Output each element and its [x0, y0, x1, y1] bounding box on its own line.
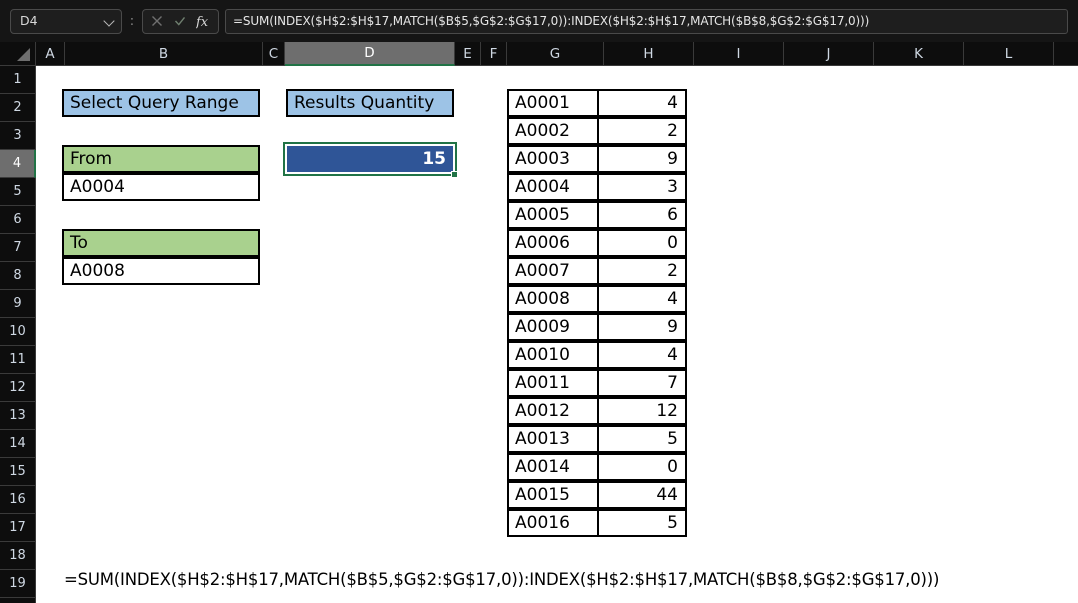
fill-handle[interactable] — [451, 171, 458, 178]
table-row[interactable]: A0010 — [507, 341, 599, 369]
row-header-19[interactable]: 19 — [0, 570, 36, 598]
table-row[interactable]: 6 — [597, 201, 687, 229]
table-row[interactable]: 3 — [597, 173, 687, 201]
column-header-k[interactable]: K — [874, 42, 964, 66]
cell-b7-to-label[interactable]: To — [62, 229, 260, 257]
table-row[interactable]: A0005 — [507, 201, 599, 229]
formula-actions: fx — [142, 8, 219, 34]
table-row[interactable]: 0 — [597, 229, 687, 257]
name-box-value: D4 — [20, 12, 38, 28]
fx-icon[interactable]: fx — [196, 14, 211, 29]
table-row[interactable]: 12 — [597, 397, 687, 425]
formula-text: =SUM(INDEX($H$2:$H$17,MATCH($B$5,$G$2:$G… — [233, 14, 870, 28]
table-row[interactable]: A0009 — [507, 313, 599, 341]
table-row[interactable]: 2 — [597, 257, 687, 285]
column-header-j[interactable]: J — [784, 42, 874, 66]
row-header-11[interactable]: 11 — [0, 346, 36, 374]
row-header-7[interactable]: 7 — [0, 234, 36, 262]
more-options-icon[interactable]: : — [124, 15, 140, 28]
column-header-b[interactable]: B — [65, 42, 263, 66]
accept-icon[interactable] — [173, 14, 187, 28]
row-headers: 1 2 3 4 5 6 7 8 9 10 11 12 13 14 15 16 1… — [0, 66, 36, 603]
column-header-f[interactable]: F — [481, 42, 507, 66]
cell-b19-formula-text[interactable]: =SUM(INDEX($H$2:$H$17,MATCH($B$5,$G$2:$G… — [64, 565, 1074, 593]
table-row[interactable]: A0001 — [507, 89, 599, 117]
table-row[interactable]: 4 — [597, 285, 687, 313]
row-header-8[interactable]: 8 — [0, 262, 36, 290]
chevron-down-icon[interactable] — [104, 16, 115, 27]
table-row[interactable]: 7 — [597, 369, 687, 397]
table-row[interactable]: A0007 — [507, 257, 599, 285]
table-row[interactable]: 0 — [597, 453, 687, 481]
table-row[interactable]: A0012 — [507, 397, 599, 425]
cell-b8-to-value[interactable]: A0008 — [62, 257, 260, 285]
table-row[interactable]: 4 — [597, 89, 687, 117]
row-header-9[interactable]: 9 — [0, 290, 36, 318]
table-row[interactable]: 9 — [597, 145, 687, 173]
table-row[interactable]: 5 — [597, 509, 687, 537]
table-row[interactable]: A0002 — [507, 117, 599, 145]
column-header-m[interactable] — [1054, 42, 1078, 66]
table-row[interactable]: A0006 — [507, 229, 599, 257]
table-row[interactable]: A0004 — [507, 173, 599, 201]
table-row[interactable]: 9 — [597, 313, 687, 341]
cell-b5-from-value[interactable]: A0004 — [62, 173, 260, 201]
table-row[interactable]: 44 — [597, 481, 687, 509]
row-header-18[interactable]: 18 — [0, 542, 36, 570]
row-header-2[interactable]: 2 — [0, 94, 36, 122]
row-header-16[interactable]: 16 — [0, 486, 36, 514]
column-header-c[interactable]: C — [263, 42, 285, 66]
row-header-15[interactable]: 15 — [0, 458, 36, 486]
cell-b4-from-label[interactable]: From — [62, 145, 260, 173]
row-header-20[interactable]: 20 — [0, 598, 36, 603]
select-all-corner[interactable] — [0, 42, 36, 66]
cell-d4-result-value[interactable]: 15 — [283, 142, 457, 176]
row-header-14[interactable]: 14 — [0, 430, 36, 458]
column-header-a[interactable]: A — [36, 42, 65, 66]
cell-d2-results-quantity[interactable]: Results Quantity — [286, 89, 454, 117]
formula-input[interactable]: =SUM(INDEX($H$2:$H$17,MATCH($B$5,$G$2:$G… — [225, 8, 1068, 34]
column-header-h[interactable]: H — [604, 42, 694, 66]
name-box[interactable]: D4 — [10, 8, 122, 34]
table-row[interactable]: A0011 — [507, 369, 599, 397]
row-header-13[interactable]: 13 — [0, 402, 36, 430]
row-header-17[interactable]: 17 — [0, 514, 36, 542]
table-row[interactable]: 2 — [597, 117, 687, 145]
row-header-1[interactable]: 1 — [0, 66, 36, 94]
svg-text:fx: fx — [196, 15, 209, 29]
formula-bar: D4 : fx =SUM(INDEX($H$2:$H$17,MATCH($B$5… — [0, 0, 1078, 42]
row-header-3[interactable]: 3 — [0, 122, 36, 150]
cell-b2-select-query-range[interactable]: Select Query Range — [62, 89, 260, 117]
column-headers: A B C D E F G H I J K L — [0, 42, 1078, 66]
column-header-i[interactable]: I — [694, 42, 784, 66]
row-header-10[interactable]: 10 — [0, 318, 36, 346]
table-row[interactable]: A0003 — [507, 145, 599, 173]
table-row[interactable]: 4 — [597, 341, 687, 369]
spreadsheet-app: D4 : fx =SUM(INDEX($H$2:$H$17,MATCH($B$5… — [0, 0, 1078, 603]
column-header-e[interactable]: E — [455, 42, 481, 66]
table-row[interactable]: A0008 — [507, 285, 599, 313]
table-row[interactable]: A0014 — [507, 453, 599, 481]
row-header-4[interactable]: 4 — [0, 150, 36, 178]
row-header-5[interactable]: 5 — [0, 178, 36, 206]
column-header-d[interactable]: D — [285, 42, 455, 66]
table-row[interactable]: A0015 — [507, 481, 599, 509]
table-row[interactable]: A0016 — [507, 509, 599, 537]
column-header-g[interactable]: G — [507, 42, 604, 66]
column-header-l[interactable]: L — [964, 42, 1054, 66]
table-row[interactable]: A0013 — [507, 425, 599, 453]
grid-canvas: Select Query Range Results Quantity From… — [36, 66, 1078, 603]
table-row[interactable]: 5 — [597, 425, 687, 453]
cancel-icon[interactable] — [150, 14, 164, 28]
row-header-12[interactable]: 12 — [0, 374, 36, 402]
row-header-6[interactable]: 6 — [0, 206, 36, 234]
